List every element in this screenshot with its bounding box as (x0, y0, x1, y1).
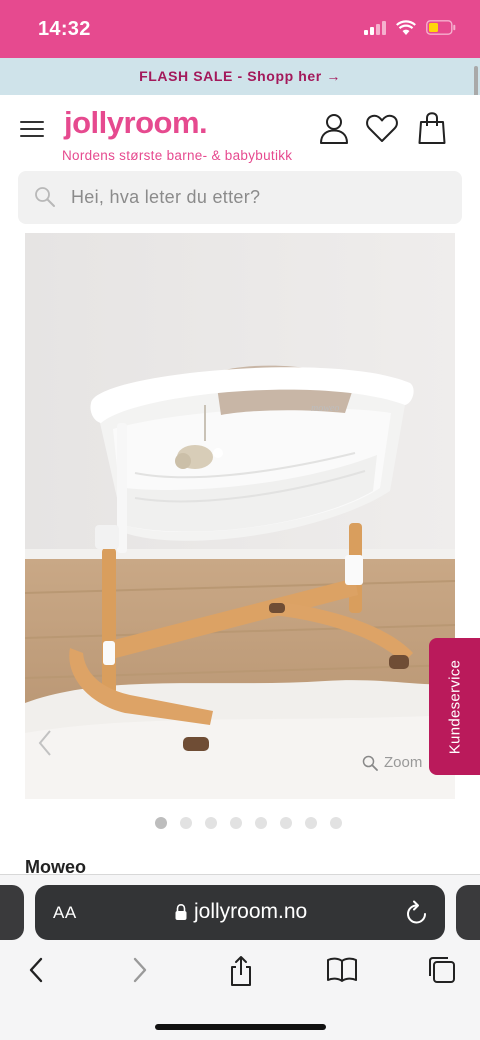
zoom-button[interactable]: Zoom (362, 754, 422, 771)
product-image[interactable]: moweo (25, 233, 455, 799)
back-icon[interactable] (26, 955, 46, 985)
user-icon[interactable] (317, 111, 351, 145)
bedside-crib-illustration: moweo (25, 233, 455, 799)
share-icon[interactable] (228, 955, 254, 987)
shopping-bag-icon[interactable] (415, 111, 449, 145)
zoom-label: Zoom (384, 754, 423, 771)
gallery-dot[interactable] (230, 817, 242, 829)
tabs-icon[interactable] (427, 955, 457, 985)
gallery-dot[interactable] (330, 817, 342, 829)
forward-icon[interactable] (130, 955, 150, 985)
bookmarks-icon[interactable] (326, 955, 358, 985)
status-icons (364, 20, 456, 35)
svg-text:moweo: moweo (311, 403, 339, 414)
text-size-button[interactable]: AA (53, 903, 77, 923)
zoom-icon (362, 755, 378, 771)
reload-icon[interactable] (405, 899, 429, 925)
home-indicator[interactable] (155, 1024, 326, 1030)
search-placeholder: Hei, hva leter du etter? (71, 187, 261, 207)
customer-service-tab[interactable]: Kundeservice (429, 638, 480, 775)
gallery-dot[interactable] (155, 817, 167, 829)
site-logo[interactable]: jollyroom. (64, 105, 208, 141)
previous-tab-preview[interactable] (0, 885, 24, 940)
address-bar[interactable]: AA jollyroom.no (35, 885, 445, 940)
heart-icon[interactable] (365, 111, 399, 145)
gallery-pagination (155, 817, 342, 829)
lock-icon (175, 903, 187, 920)
customer-service-label: Kundeservice (446, 659, 463, 754)
status-bar: 14:32 (0, 0, 480, 58)
menu-icon[interactable] (20, 121, 44, 139)
battery-icon (426, 20, 456, 35)
signal-icon (364, 20, 386, 35)
flash-sale-banner[interactable]: FLASH SALE - Shopp her → (0, 58, 480, 95)
gallery-dot[interactable] (180, 817, 192, 829)
gallery-prev-arrow[interactable] (37, 728, 53, 758)
wifi-icon (396, 20, 416, 35)
flash-sale-text[interactable]: FLASH SALE - Shopp her → (139, 68, 341, 84)
gallery-dot[interactable] (255, 817, 267, 829)
gallery-dot[interactable] (280, 817, 292, 829)
site-header: jollyroom. Nordens største barne- & baby… (0, 95, 480, 170)
search-icon (35, 187, 55, 207)
site-tagline: Nordens største barne- & babybutikk (62, 148, 293, 163)
status-time: 14:32 (38, 18, 91, 40)
gallery-dot[interactable] (205, 817, 217, 829)
next-tab-preview[interactable] (456, 885, 480, 940)
browser-toolbar: AA jollyroom.no (0, 874, 480, 1040)
url-text[interactable]: jollyroom.no (194, 900, 307, 924)
gallery-dot[interactable] (305, 817, 317, 829)
search-input[interactable]: Hei, hva leter du etter? (18, 171, 462, 224)
